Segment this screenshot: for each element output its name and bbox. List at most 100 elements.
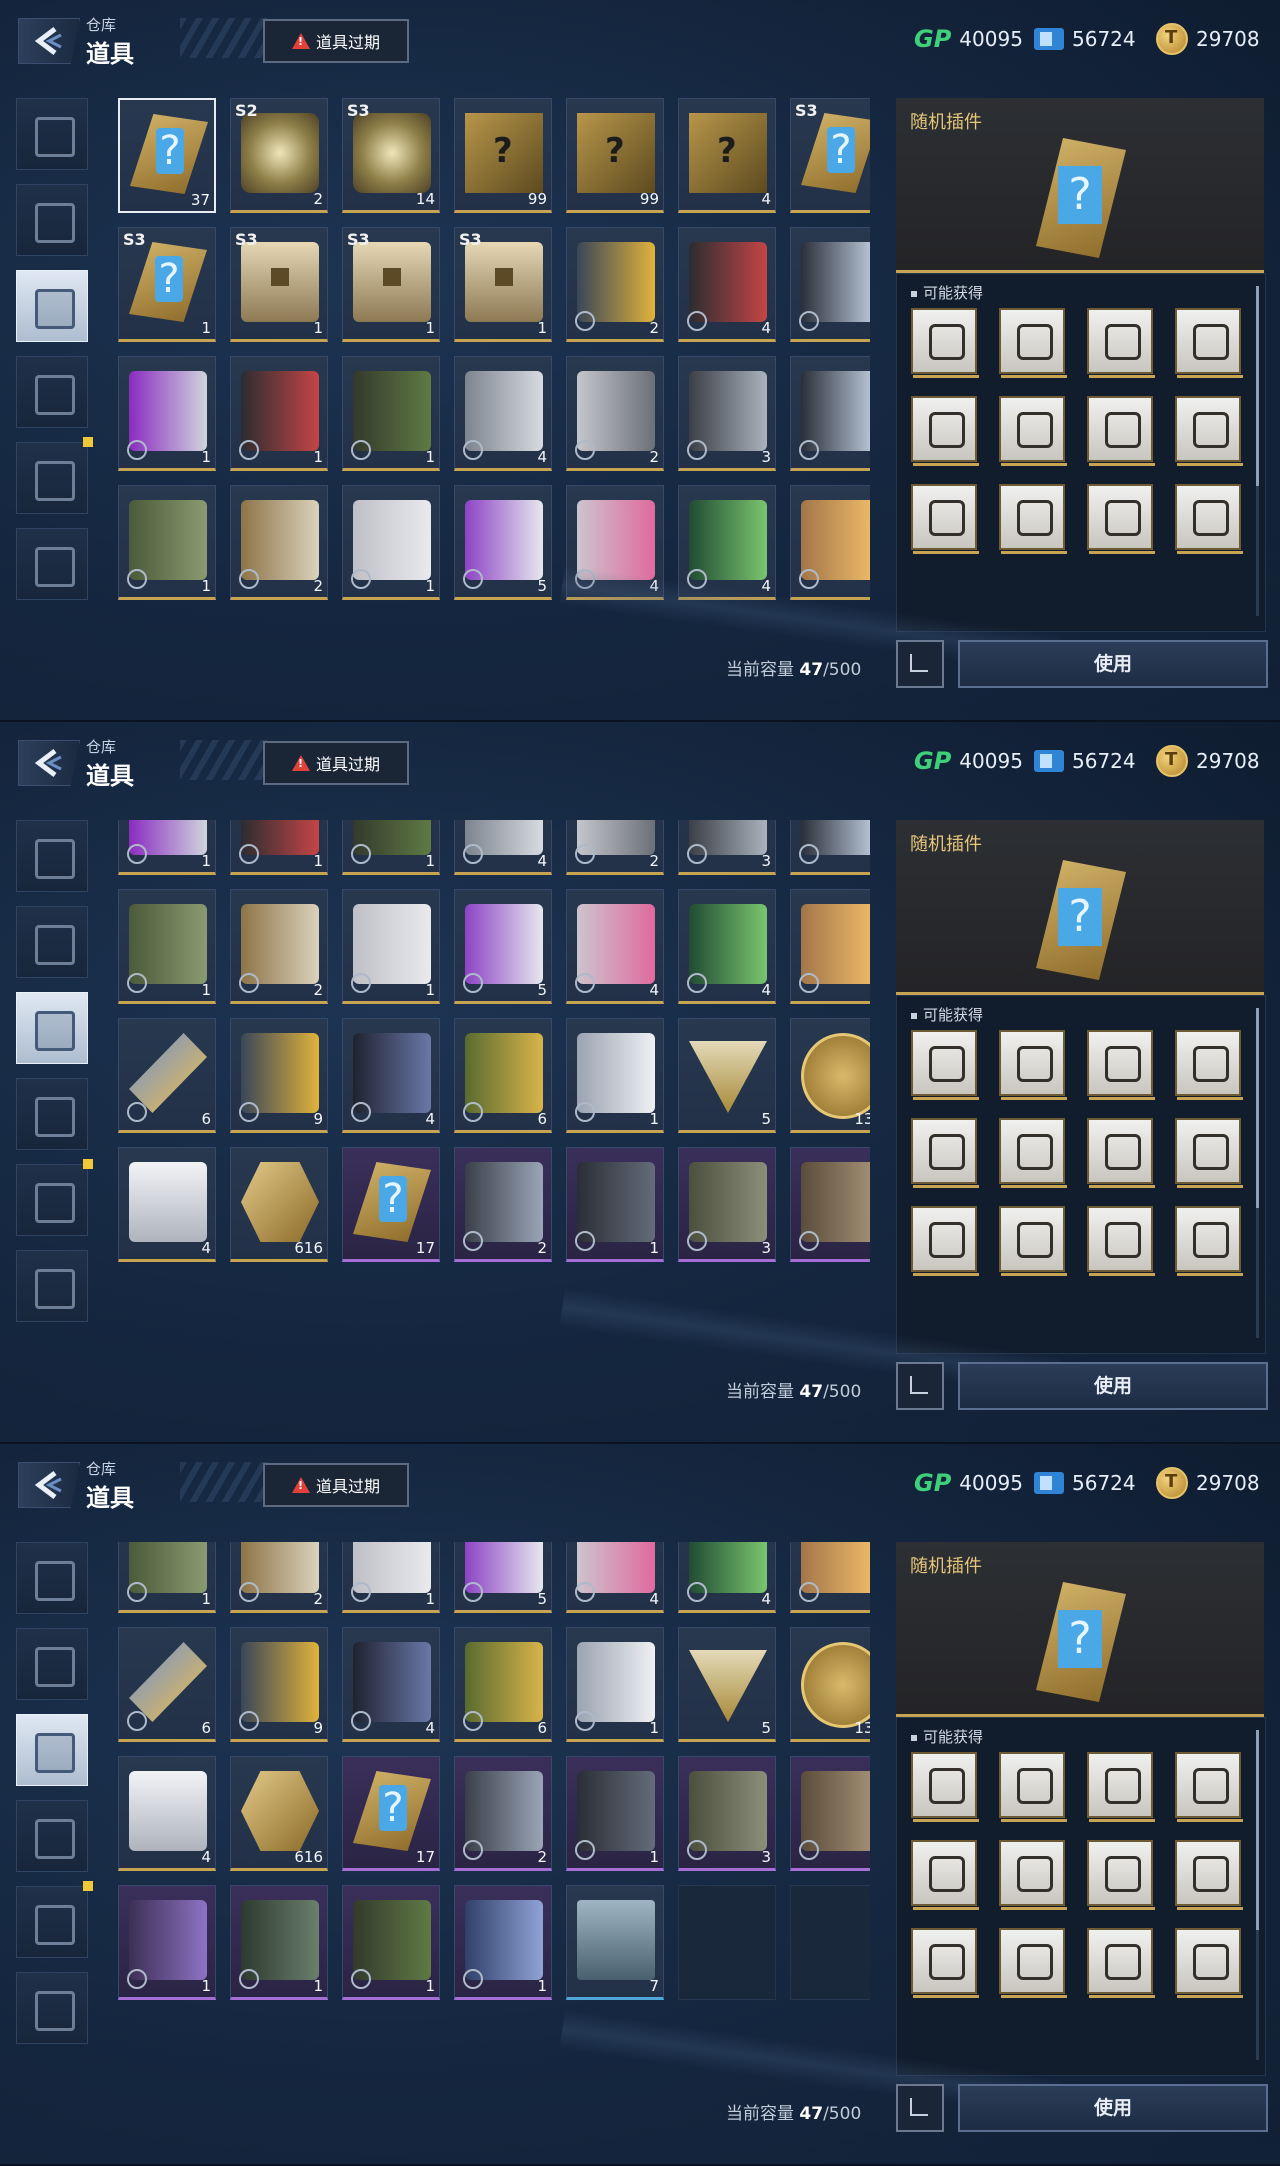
inventory-slot[interactable]: 5 bbox=[790, 1542, 870, 1613]
reward-item[interactable] bbox=[1175, 1206, 1243, 1276]
inventory-slot[interactable]: 5 bbox=[678, 1627, 776, 1742]
inventory-slot[interactable]: 9 bbox=[230, 1018, 328, 1133]
category-tab[interactable] bbox=[16, 356, 88, 428]
reward-item[interactable] bbox=[999, 1752, 1067, 1822]
inventory-slot[interactable]: 37 bbox=[118, 98, 216, 213]
reward-item[interactable] bbox=[911, 1118, 979, 1188]
inventory-slot[interactable]: 139 bbox=[790, 1627, 870, 1742]
inventory-slot[interactable]: 7 bbox=[566, 1885, 664, 2000]
reward-item[interactable] bbox=[1175, 308, 1243, 378]
inventory-slot[interactable]: 3 bbox=[678, 1147, 776, 1262]
reward-item[interactable] bbox=[911, 484, 979, 554]
inventory-slot[interactable]: 3 bbox=[678, 820, 776, 875]
item-grid-viewport[interactable]: 37S22S31499994S31S31S31S31S3124311142321… bbox=[118, 98, 870, 638]
inventory-slot[interactable]: 4 bbox=[118, 1147, 216, 1262]
reward-item[interactable] bbox=[911, 1752, 979, 1822]
category-tab[interactable] bbox=[16, 437, 93, 514]
reward-item[interactable] bbox=[1087, 308, 1155, 378]
reward-item[interactable] bbox=[911, 308, 979, 378]
category-tab[interactable] bbox=[16, 1800, 88, 1872]
inventory-slot[interactable]: 6 bbox=[454, 1018, 552, 1133]
inventory-slot[interactable]: 4 bbox=[342, 1018, 440, 1133]
inventory-slot[interactable]: S2 2 bbox=[230, 98, 328, 213]
inventory-slot[interactable]: 4 bbox=[678, 1542, 776, 1613]
reward-item[interactable] bbox=[1087, 1030, 1155, 1100]
inventory-slot[interactable]: S3 14 bbox=[342, 98, 440, 213]
item-grid-viewport[interactable]: 1 1 1 4 2 3 2 1 2 1 5 4 4 5 6 9 4 6 1 5 139 4 616 17 2 1 3 4 bbox=[118, 820, 870, 1360]
inventory-slot[interactable]: S31 bbox=[454, 227, 552, 342]
reward-item[interactable] bbox=[1087, 1928, 1155, 1998]
inventory-slot[interactable]: 2 bbox=[566, 820, 664, 875]
inventory-slot[interactable]: 1 bbox=[342, 1885, 440, 2000]
inventory-slot[interactable]: 4 bbox=[454, 356, 552, 471]
inventory-slot[interactable]: 5 bbox=[790, 485, 870, 600]
inventory-slot[interactable]: 2 bbox=[230, 889, 328, 1004]
reward-item[interactable] bbox=[1087, 1206, 1155, 1276]
inventory-slot[interactable]: 1 bbox=[342, 485, 440, 600]
inventory-slot[interactable]: 1 bbox=[342, 889, 440, 1004]
inventory-slot[interactable]: 5 bbox=[454, 1542, 552, 1613]
reward-item[interactable] bbox=[1175, 1118, 1243, 1188]
reward-item[interactable] bbox=[911, 1206, 979, 1276]
inventory-slot[interactable]: 6 bbox=[118, 1018, 216, 1133]
reward-item[interactable] bbox=[911, 396, 979, 466]
inventory-slot[interactable]: 1 bbox=[230, 1885, 328, 2000]
inventory-slot[interactable]: S31 bbox=[230, 227, 328, 342]
reward-item[interactable] bbox=[999, 1206, 1067, 1276]
inventory-slot[interactable]: 1 bbox=[454, 1885, 552, 2000]
inventory-slot[interactable]: 2 bbox=[230, 1542, 328, 1613]
reward-item[interactable] bbox=[999, 308, 1067, 378]
reward-item[interactable] bbox=[1175, 1752, 1243, 1822]
inventory-slot[interactable]: 99 bbox=[566, 98, 664, 213]
reward-item[interactable] bbox=[999, 1030, 1067, 1100]
expired-items-button[interactable]: 道具过期 bbox=[263, 19, 409, 63]
reward-scroll-thumb[interactable] bbox=[1256, 286, 1259, 486]
reward-item[interactable] bbox=[1087, 1840, 1155, 1910]
inventory-slot[interactable]: 1 bbox=[342, 356, 440, 471]
expired-items-button[interactable]: 道具过期 bbox=[263, 741, 409, 785]
inventory-slot[interactable]: 4 bbox=[342, 1627, 440, 1742]
reward-item[interactable] bbox=[1175, 1840, 1243, 1910]
inventory-slot[interactable]: 4 bbox=[566, 1542, 664, 1613]
inventory-slot[interactable]: 2 bbox=[790, 356, 870, 471]
inventory-slot[interactable]: 1 bbox=[566, 1756, 664, 1871]
inventory-slot[interactable]: 1 bbox=[118, 485, 216, 600]
inventory-slot[interactable]: 6 bbox=[118, 1627, 216, 1742]
inventory-slot[interactable]: 1 bbox=[230, 356, 328, 471]
inventory-slot[interactable]: 2 bbox=[454, 1756, 552, 1871]
inventory-slot[interactable]: 5 bbox=[454, 485, 552, 600]
category-tab[interactable] bbox=[16, 270, 88, 342]
inventory-slot[interactable]: 4 bbox=[678, 889, 776, 1004]
inventory-slot[interactable]: 1 bbox=[118, 820, 216, 875]
share-button[interactable] bbox=[896, 1362, 944, 1410]
category-tab[interactable] bbox=[16, 1159, 93, 1236]
inventory-slot[interactable]: 2 bbox=[230, 485, 328, 600]
category-tab[interactable] bbox=[16, 1542, 88, 1614]
inventory-slot[interactable]: S31 bbox=[118, 227, 216, 342]
category-tab[interactable] bbox=[16, 1714, 88, 1786]
reward-item[interactable] bbox=[1175, 484, 1243, 554]
inventory-slot[interactable]: 1 bbox=[566, 1627, 664, 1742]
inventory-slot[interactable]: 3 bbox=[678, 1756, 776, 1871]
inventory-slot[interactable]: 1 bbox=[342, 1542, 440, 1613]
category-tab[interactable] bbox=[16, 1250, 88, 1322]
inventory-slot[interactable]: S31 bbox=[790, 98, 870, 213]
inventory-slot[interactable]: 4 bbox=[790, 1756, 870, 1871]
reward-item[interactable] bbox=[911, 1840, 979, 1910]
category-tab[interactable] bbox=[16, 528, 88, 600]
back-button[interactable] bbox=[18, 1462, 80, 1508]
inventory-slot[interactable]: 616 bbox=[230, 1756, 328, 1871]
inventory-slot[interactable]: 1 bbox=[118, 1885, 216, 2000]
inventory-slot[interactable]: 1 bbox=[118, 889, 216, 1004]
reward-scroll-thumb[interactable] bbox=[1256, 1008, 1259, 1208]
inventory-slot[interactable]: 4 bbox=[790, 1147, 870, 1262]
inventory-slot[interactable]: 6 bbox=[454, 1627, 552, 1742]
category-tab[interactable] bbox=[16, 1628, 88, 1700]
category-tab[interactable] bbox=[16, 1881, 93, 1958]
item-grid-viewport[interactable]: 1215445694615139461617213411117 bbox=[118, 1542, 870, 2082]
inventory-slot[interactable]: 2 bbox=[454, 1147, 552, 1262]
reward-item[interactable] bbox=[911, 1928, 979, 1998]
inventory-slot[interactable]: S31 bbox=[342, 227, 440, 342]
inventory-slot[interactable]: 4 bbox=[118, 1756, 216, 1871]
inventory-slot[interactable]: 1 bbox=[118, 1542, 216, 1613]
